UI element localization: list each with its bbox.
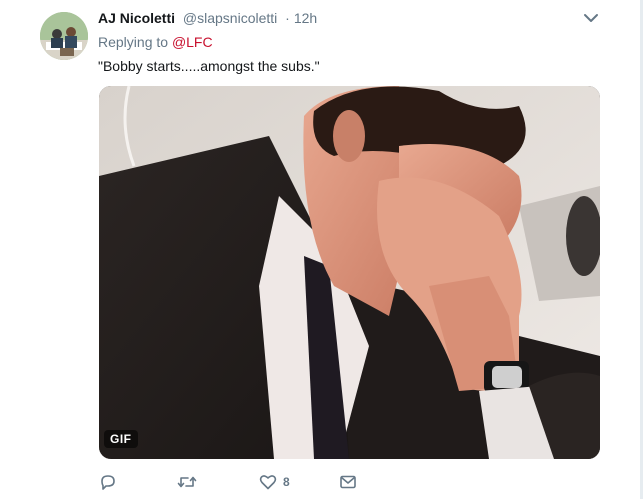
like-button[interactable]: 8 xyxy=(259,470,290,494)
envelope-icon xyxy=(339,473,357,491)
chevron-down-icon[interactable] xyxy=(583,10,599,26)
tweet-header: AJ Nicoletti @slapsnicoletti · 12h xyxy=(98,10,317,28)
reply-icon xyxy=(99,473,117,491)
reply-button[interactable] xyxy=(99,470,117,494)
direct-message-button[interactable] xyxy=(339,470,357,494)
replying-to: Replying to @LFC xyxy=(98,34,213,50)
author-name[interactable]: AJ Nicoletti xyxy=(98,10,175,26)
heart-icon xyxy=(259,473,277,491)
replying-to-mention[interactable]: @LFC xyxy=(172,34,213,50)
retweet-button[interactable] xyxy=(177,470,197,494)
like-count: 8 xyxy=(283,475,290,489)
avatar[interactable] xyxy=(40,12,88,60)
tweet-media[interactable] xyxy=(99,86,600,459)
retweet-icon xyxy=(177,473,197,491)
tweet-timestamp[interactable]: 12h xyxy=(294,10,317,26)
replying-to-label: Replying to xyxy=(98,34,172,50)
gif-badge: GIF xyxy=(104,430,138,448)
header-separator: · xyxy=(285,10,290,26)
author-handle[interactable]: @slapsnicoletti xyxy=(183,10,277,26)
tweet-text: "Bobby starts.....amongst the subs." xyxy=(98,58,320,74)
